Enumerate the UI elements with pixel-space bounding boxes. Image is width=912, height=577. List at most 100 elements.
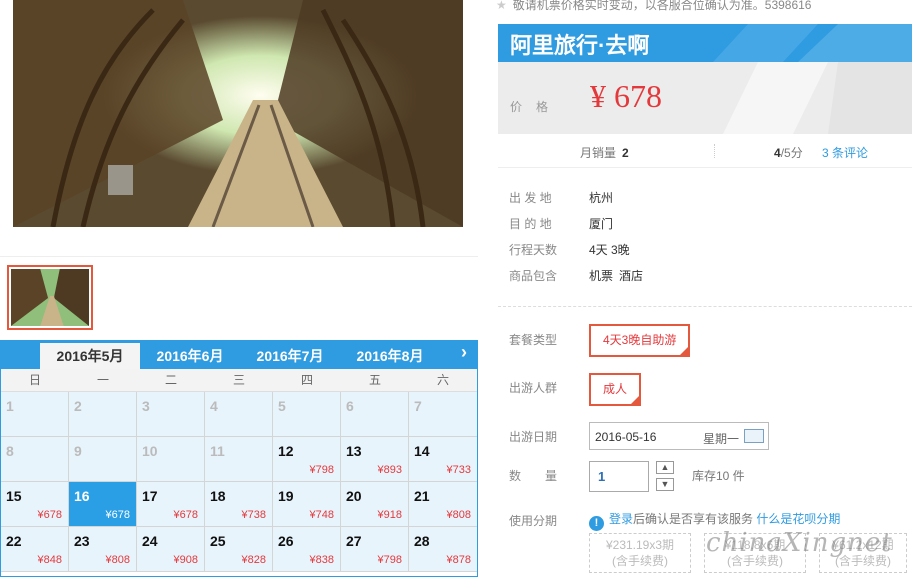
calendar-day[interactable]: 19 ¥748 [273, 482, 341, 527]
thumbnail-selected[interactable] [7, 265, 93, 330]
calendar-day[interactable]: 14 ¥733 [409, 437, 477, 482]
quantity-input[interactable]: 1 [589, 461, 649, 492]
day-number: 2 [74, 398, 82, 414]
rating-suffix: /5分 [780, 146, 803, 160]
calendar-day[interactable]: 27 ¥798 [341, 527, 409, 572]
notice-text: 敬请机票价格实时变动，以各服合位确认为准。5398616 [512, 0, 812, 12]
month-tabs: 2016年5月 2016年6月 2016年7月 2016年8月 › [1, 340, 477, 369]
weekday-label: 五 [368, 373, 381, 387]
day-number: 23 [74, 533, 90, 549]
calendar-day-selected[interactable]: 16 ¥678 [69, 482, 137, 527]
check-icon: ✓ [681, 338, 689, 347]
day-number: 19 [278, 488, 294, 504]
weekday-label: 三 [232, 373, 245, 387]
calendar-day[interactable]: 22 ¥848 [1, 527, 69, 572]
day-price: ¥678 [37, 509, 62, 521]
increase-icon[interactable]: ▲ [656, 461, 674, 474]
tab-2016-08[interactable]: 2016年8月 [340, 343, 440, 369]
day-price: ¥808 [105, 554, 130, 566]
travel-date-input[interactable]: 2016-05-16 星期一 [589, 422, 769, 450]
date-value: 2016-05-16 [595, 430, 657, 444]
weekday-value: 星期一 [703, 432, 740, 446]
calendar-day[interactable]: 24 ¥908 [137, 527, 205, 572]
weekday-label: 四 [300, 373, 313, 387]
day-price: ¥878 [446, 554, 471, 566]
calendar-day[interactable]: 12 ¥798 [273, 437, 341, 482]
info-key: 行程天数 [509, 243, 558, 257]
calendar-grid: 1 2 3 4 5 6 7 8 9 10 11 12 ¥798 13 ¥893 14 ¥733 15 ¥678 16 ¥… [1, 392, 477, 572]
day-number: 21 [414, 488, 430, 504]
package-label: 套餐类型 [509, 333, 558, 347]
calendar-day[interactable]: 25 ¥828 [205, 527, 273, 572]
tab-2016-05[interactable]: 2016年5月 [40, 343, 140, 369]
sales-label: 月销量 [580, 146, 617, 160]
day-number: 13 [346, 443, 362, 459]
reviews-link[interactable]: 3 条评论 [822, 144, 868, 161]
monthly-sales: 月销量 2 [580, 144, 629, 161]
package-option-button[interactable]: 4天3晚自助游 ✓ [589, 324, 691, 357]
decrease-icon[interactable]: ▼ [656, 478, 674, 491]
day-number: 28 [414, 533, 430, 549]
day-number: 10 [142, 443, 158, 459]
weekday-label: 日 [28, 373, 41, 387]
calendar-day[interactable]: 23 ¥808 [69, 527, 137, 572]
day-price: ¥678 [173, 509, 198, 521]
rating: 4/5分 [774, 144, 803, 161]
calendar-day[interactable]: 20 ¥918 [341, 482, 409, 527]
day-number: 27 [346, 533, 362, 549]
crowd-option-button[interactable]: 成人 ✓ [589, 373, 642, 406]
installment-plan-3[interactable]: ¥231.19x3期 (含手续费) [589, 533, 691, 573]
calendar-day: 8 [1, 437, 69, 482]
day-price: ¥678 [105, 509, 130, 521]
login-link[interactable]: 登录 [609, 512, 633, 526]
day-number: 4 [210, 398, 218, 414]
price-value: ¥ 678 [590, 78, 662, 114]
day-number: 12 [278, 443, 294, 459]
info-key: 出 发 地 [509, 191, 552, 205]
calendar-day[interactable]: 21 ¥808 [409, 482, 477, 527]
day-number: 3 [142, 398, 150, 414]
day-number: 16 [74, 488, 90, 504]
watermark: chinaXingnet [706, 528, 893, 558]
calendar-day[interactable]: 13 ¥893 [341, 437, 409, 482]
info-icon: ! [589, 516, 604, 531]
day-price: ¥808 [446, 509, 471, 521]
calendar-icon[interactable] [744, 429, 764, 443]
price-notice: ★ 敬请机票价格实时变动，以各服合位确认为准。5398616 [496, 0, 811, 13]
info-row-duration: 行程天数 4天 3晚 [509, 242, 899, 268]
calendar-day: 9 [69, 437, 137, 482]
huabei-help-link[interactable]: 什么是花呗分期 [756, 512, 840, 526]
day-price: ¥838 [309, 554, 334, 566]
day-number: 8 [6, 443, 14, 459]
sales-stats: 月销量 2 4/5分 3 条评论 [498, 134, 912, 168]
info-key: 目 的 地 [509, 217, 552, 231]
calendar-day[interactable]: 26 ¥838 [273, 527, 341, 572]
calendar-day[interactable]: 28 ¥878 [409, 527, 477, 572]
price-calendar: 2016年5月 2016年6月 2016年7月 2016年8月 › 日 一 二 … [0, 340, 478, 577]
stock-count: 库存10 件 [692, 469, 745, 483]
day-price: ¥893 [377, 464, 402, 476]
installment-text: 后确认是否享有该服务 [633, 512, 754, 526]
day-price: ¥828 [241, 554, 266, 566]
calendar-day[interactable]: 18 ¥738 [205, 482, 273, 527]
tree-tunnel-photo [13, 0, 463, 227]
day-number: 7 [414, 398, 422, 414]
sales-value: 2 [622, 146, 629, 160]
info-value: 杭州 [589, 191, 614, 205]
tab-2016-07[interactable]: 2016年7月 [240, 343, 340, 369]
brand-title: 阿里旅行·去啊 [510, 33, 650, 58]
crowd-option-text: 成人 [603, 382, 628, 396]
check-icon: ✓ [632, 387, 640, 396]
day-number: 25 [210, 533, 226, 549]
info-value: 厦门 [589, 217, 614, 231]
day-number: 22 [6, 533, 22, 549]
calendar-day: 10 [137, 437, 205, 482]
day-price: ¥738 [241, 509, 266, 521]
calendar-day[interactable]: 15 ¥678 [1, 482, 69, 527]
date-label: 出游日期 [509, 430, 558, 444]
divider [498, 306, 912, 307]
tab-2016-06[interactable]: 2016年6月 [140, 343, 240, 369]
day-number: 18 [210, 488, 226, 504]
calendar-day[interactable]: 17 ¥678 [137, 482, 205, 527]
next-month-arrow-icon[interactable]: › [461, 342, 467, 363]
